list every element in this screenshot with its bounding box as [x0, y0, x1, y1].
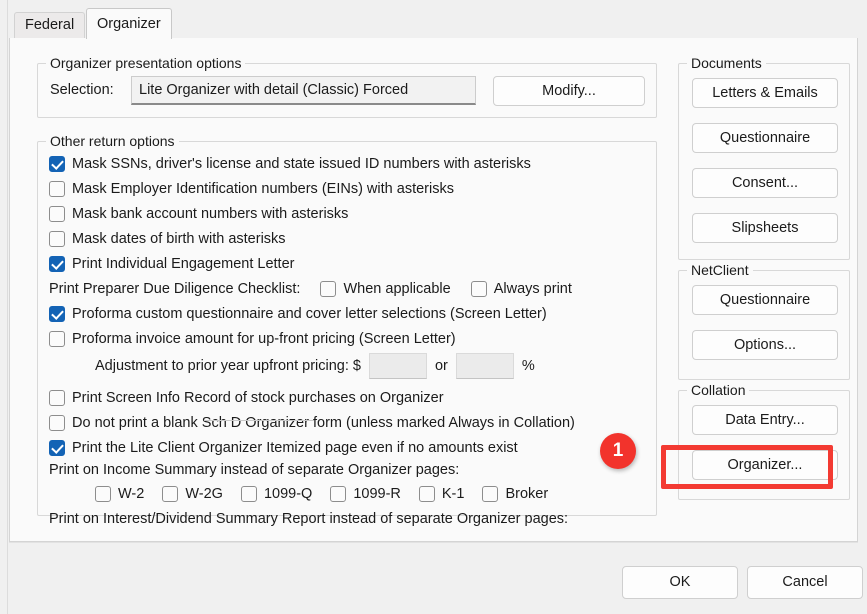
- checkbox-engagement-letter[interactable]: [49, 256, 65, 272]
- checkbox-row-always-print[interactable]: Always print: [471, 278, 572, 300]
- documents-questionnaire-button[interactable]: Questionnaire: [692, 123, 838, 153]
- window-frame-right: [859, 0, 867, 614]
- checkbox-label-mask-bank: Mask bank account numbers with asterisks: [72, 206, 348, 222]
- tab-strip: Federal Organizer: [14, 8, 854, 38]
- dialog-window: Federal Organizer Organizer presentation…: [0, 0, 867, 614]
- checkbox-label-k1: K-1: [442, 486, 465, 502]
- group-legend-other: Other return options: [46, 133, 179, 149]
- checkbox-always-print[interactable]: [471, 281, 487, 297]
- netclient-questionnaire-button[interactable]: Questionnaire: [692, 285, 838, 315]
- checkbox-mask-bank[interactable]: [49, 206, 65, 222]
- checkbox-label-1099q: 1099-Q: [264, 486, 312, 502]
- checkbox-row-1099r[interactable]: 1099-R: [330, 486, 401, 502]
- checkbox-label-screen-info-record: Print Screen Info Record of stock purcha…: [72, 390, 444, 406]
- netclient-options-button[interactable]: Options...: [692, 330, 838, 360]
- checkbox-label-w2: W-2: [118, 486, 144, 502]
- adjustment-label: Adjustment to prior year upfront pricing…: [95, 358, 361, 374]
- slipsheets-button[interactable]: Slipsheets: [692, 213, 838, 243]
- adjustment-percent-symbol: %: [522, 358, 535, 374]
- checkbox-label-mask-ein: Mask Employer Identification numbers (EI…: [72, 181, 454, 197]
- checkbox-label-mask-ssn: Mask SSNs, driver's license and state is…: [72, 156, 531, 172]
- due-diligence-label: Print Preparer Due Diligence Checklist:: [49, 281, 300, 297]
- checkbox-row-mask-bank[interactable]: Mask bank account numbers with asterisks: [49, 203, 348, 225]
- checkbox-row-engagement-letter[interactable]: Print Individual Engagement Letter: [49, 253, 294, 275]
- checkbox-mask-ssn[interactable]: [49, 156, 65, 172]
- checkbox-lite-itemized[interactable]: [49, 440, 65, 456]
- adjustment-or-label: or: [435, 358, 448, 374]
- group-legend-collation: Collation: [687, 382, 749, 398]
- checkbox-k1[interactable]: [419, 486, 435, 502]
- checkbox-row-proforma-questionnaire[interactable]: Proforma custom questionnaire and cover …: [49, 303, 547, 325]
- checkbox-label-proforma-questionnaire: Proforma custom questionnaire and cover …: [72, 306, 547, 322]
- checkbox-proforma-invoice[interactable]: [49, 331, 65, 347]
- documents-group: Documents Letters & Emails Questionnaire…: [678, 63, 850, 260]
- checkbox-label-blank-sch-d: Do not print a blank Sch D Organizer for…: [72, 415, 575, 431]
- collation-organizer-button[interactable]: Organizer...: [692, 450, 838, 480]
- tab-federal[interactable]: Federal: [14, 12, 85, 38]
- checkbox-broker[interactable]: [482, 486, 498, 502]
- cancel-button[interactable]: Cancel: [747, 566, 863, 599]
- checkbox-row-proforma-invoice[interactable]: Proforma invoice amount for up-front pri…: [49, 328, 456, 350]
- data-entry-button[interactable]: Data Entry...: [692, 405, 838, 435]
- income-summary-form-row: W-2 W-2G 1099-Q 1099-R K-1: [95, 483, 566, 505]
- checkbox-label-always-print: Always print: [494, 278, 572, 300]
- ok-button[interactable]: OK: [622, 566, 738, 599]
- annotation-step-badge: 1: [600, 433, 636, 469]
- due-diligence-row: Print Preparer Due Diligence Checklist: …: [49, 278, 572, 300]
- checkbox-row-1099q[interactable]: 1099-Q: [241, 486, 312, 502]
- checkbox-label-w2g: W-2G: [185, 486, 223, 502]
- checkbox-blank-sch-d[interactable]: [49, 415, 65, 431]
- selection-field[interactable]: Lite Organizer with detail (Classic) For…: [131, 76, 476, 105]
- consent-button[interactable]: Consent...: [692, 168, 838, 198]
- organizer-tab-panel: Organizer presentation options Selection…: [9, 38, 858, 542]
- group-legend-presentation: Organizer presentation options: [46, 55, 245, 71]
- collation-group: Collation Data Entry... Organizer...: [678, 390, 850, 500]
- checkbox-row-lite-itemized[interactable]: Print the Lite Client Organizer Itemized…: [49, 437, 518, 459]
- checkbox-row-blank-sch-d[interactable]: Do not print a blank Sch D Organizer for…: [49, 412, 575, 434]
- modify-button[interactable]: Modify...: [493, 76, 645, 106]
- checkbox-label-mask-dob: Mask dates of birth with asterisks: [72, 231, 286, 247]
- interest-dividend-label: Print on Interest/Dividend Summary Repor…: [49, 508, 568, 530]
- checkbox-1099r[interactable]: [330, 486, 346, 502]
- checkbox-row-mask-ein[interactable]: Mask Employer Identification numbers (EI…: [49, 178, 454, 200]
- selection-label: Selection:: [50, 82, 114, 98]
- checkbox-when-applicable[interactable]: [320, 281, 336, 297]
- checkbox-row-mask-dob[interactable]: Mask dates of birth with asterisks: [49, 228, 286, 250]
- text-underline-artifact: [204, 420, 314, 421]
- checkbox-1099q[interactable]: [241, 486, 257, 502]
- footer-separator: [9, 542, 858, 543]
- checkbox-row-w2g[interactable]: W-2G: [162, 486, 223, 502]
- checkbox-w2[interactable]: [95, 486, 111, 502]
- income-summary-label: Print on Income Summary instead of separ…: [49, 459, 459, 481]
- organizer-presentation-options-group: Organizer presentation options Selection…: [37, 63, 657, 118]
- checkbox-label-1099r: 1099-R: [353, 486, 401, 502]
- checkbox-label-engagement-letter: Print Individual Engagement Letter: [72, 256, 294, 272]
- group-legend-netclient: NetClient: [687, 262, 753, 278]
- window-frame-left: [0, 0, 8, 614]
- checkbox-label-broker: Broker: [505, 486, 548, 502]
- checkbox-row-w2[interactable]: W-2: [95, 486, 144, 502]
- adjustment-row: Adjustment to prior year upfront pricing…: [95, 353, 535, 379]
- checkbox-label-lite-itemized: Print the Lite Client Organizer Itemized…: [72, 440, 518, 456]
- tab-organizer[interactable]: Organizer: [86, 8, 172, 39]
- adjustment-percent-input[interactable]: [456, 353, 514, 379]
- checkbox-row-broker[interactable]: Broker: [482, 486, 548, 502]
- checkbox-row-screen-info-record[interactable]: Print Screen Info Record of stock purcha…: [49, 387, 444, 409]
- checkbox-w2g[interactable]: [162, 486, 178, 502]
- group-legend-documents: Documents: [687, 55, 766, 71]
- checkbox-proforma-questionnaire[interactable]: [49, 306, 65, 322]
- adjustment-dollar-input[interactable]: [369, 353, 427, 379]
- checkbox-screen-info-record[interactable]: [49, 390, 65, 406]
- checkbox-label-when-applicable: When applicable: [343, 278, 450, 300]
- checkbox-row-k1[interactable]: K-1: [419, 486, 465, 502]
- checkbox-mask-ein[interactable]: [49, 181, 65, 197]
- other-return-options-group: Other return options Mask SSNs, driver's…: [37, 141, 657, 516]
- checkbox-row-mask-ssn[interactable]: Mask SSNs, driver's license and state is…: [49, 153, 531, 175]
- letters-and-emails-button[interactable]: Letters & Emails: [692, 78, 838, 108]
- checkbox-row-when-applicable[interactable]: When applicable: [320, 278, 450, 300]
- checkbox-mask-dob[interactable]: [49, 231, 65, 247]
- checkbox-label-proforma-invoice: Proforma invoice amount for up-front pri…: [72, 331, 456, 347]
- netclient-group: NetClient Questionnaire Options...: [678, 270, 850, 380]
